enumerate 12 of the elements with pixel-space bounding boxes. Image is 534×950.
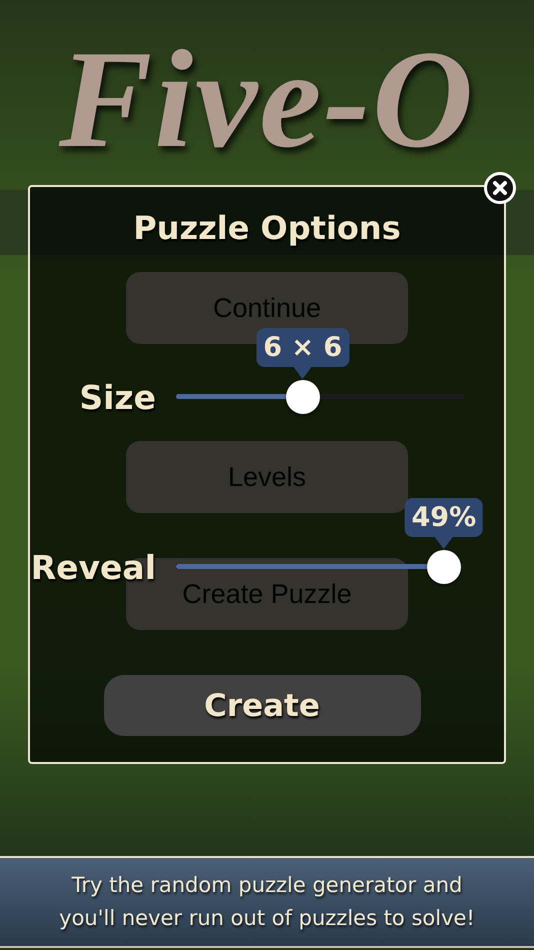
logo-title: Five-O	[58, 30, 476, 170]
dialog-title: Puzzle Options	[133, 209, 401, 247]
create-button[interactable]: Create	[104, 675, 420, 736]
close-button[interactable]	[484, 172, 516, 204]
value-tooltip: 49%	[404, 498, 484, 549]
tip-text: Try the random puzzle generator and you'll never run out of puzzles to solve!	[58, 872, 476, 932]
slider-thumb[interactable]	[286, 380, 320, 414]
slider-label: Reveal	[30, 548, 157, 586]
close-icon	[492, 180, 508, 196]
value-tooltip: 6 × 6	[256, 328, 350, 379]
slider-thumb[interactable]	[426, 550, 461, 584]
slider-label: Size	[78, 378, 157, 416]
